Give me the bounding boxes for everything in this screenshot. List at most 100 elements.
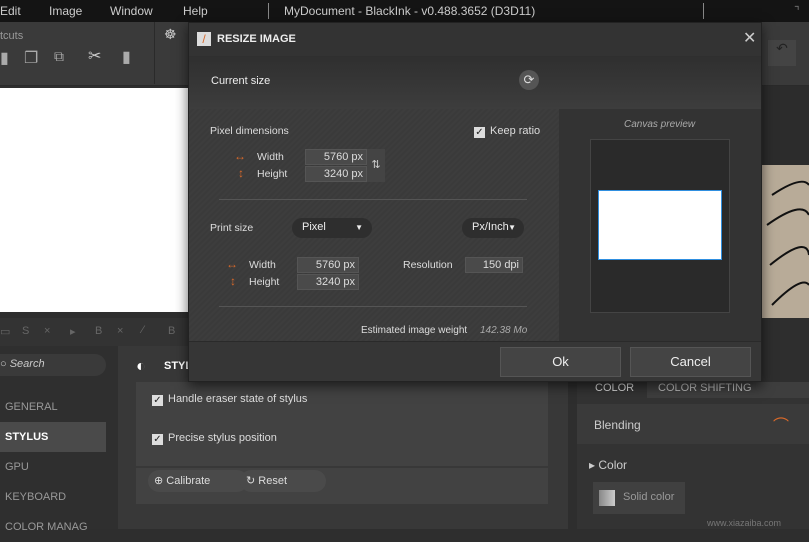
keep-ratio-label: Keep ratio [490,125,541,137]
divider [268,3,269,19]
sidebar-item-gpu[interactable]: GPU [0,452,106,482]
height-arrow-icon: ↕ [238,166,244,180]
trash-icon[interactable]: ▮ [0,48,9,68]
resize-image-dialog: / RESIZE IMAGE ✕ Current size ⟳ Pixel di… [188,22,762,382]
search-input[interactable]: ○ Search [0,354,106,376]
merge-icon[interactable]: ⧉ [54,48,64,65]
select-icon[interactable]: ▭ [0,325,10,338]
menu-bar: Edit Image Window Help MyDocument - Blac… [0,0,809,22]
canvas-preview-label: Canvas preview [624,119,696,130]
chevron-down-icon: ▼ [508,223,516,232]
side-area [762,86,809,165]
print-width-input[interactable]: 5760 px [297,257,359,273]
calibrate-button[interactable]: ⊕ Calibrate [148,470,248,492]
keep-ratio-checkbox[interactable]: ✓ Keep ratio [474,125,540,138]
sidebar-item-general[interactable]: GENERAL [0,392,106,422]
current-size-label: Current size [211,75,271,87]
clipboard-icon[interactable]: ▮ [122,47,131,67]
swatch-icon [599,490,615,506]
brush-icon[interactable]: ▸ [70,325,76,338]
checkbox-label: Handle eraser state of stylus [168,393,308,405]
resolution-input[interactable]: 150 dpi [465,257,523,273]
weight-label: Estimated image weight [361,325,468,336]
unit-select-value: Pixel [302,221,326,233]
reset-icon: ↻ [246,475,259,487]
handle-eraser-checkbox[interactable]: ✓ Handle eraser state of stylus [152,393,307,406]
undo-icon[interactable]: ↶ [768,40,796,66]
menu-image[interactable]: Image [49,4,82,18]
pixel-width-input[interactable]: 5760 px [305,149,367,165]
menu-window[interactable]: Window [110,4,153,18]
print-size-label: Print size [210,222,254,234]
menu-edit[interactable]: Edit [0,4,21,18]
print-height-input[interactable]: 3240 px [297,274,359,290]
solid-color-label: Solid color [623,491,675,503]
swap-dimensions-icon[interactable]: ⇅ [367,149,385,182]
weight-value: 142.38 Mo [480,325,528,336]
resolution-label: Resolution [403,259,453,271]
menu-help[interactable]: Help [183,4,208,18]
reset-label: Reset [258,475,288,487]
checkbox-label: Precise stylus position [168,432,277,444]
unit-select[interactable]: Pixel ▼ [292,218,372,238]
resolution-unit-select[interactable]: Px/Inch ▼ [462,218,524,238]
dialog-title: RESIZE IMAGE [217,33,296,45]
height-arrow-icon: ↕ [230,274,236,288]
window-title: MyDocument - BlackInk - v0.488.3652 (D3D… [284,4,536,18]
ok-button[interactable]: Ok [500,347,621,377]
canvas-preview-panel: Canvas preview [559,109,761,341]
chevron-down-icon: ▼ [355,223,363,232]
resize-form: Pixel dimensions ✓ Keep ratio ↔ Width 576… [189,109,559,341]
pixel-dimensions-label: Pixel dimensions [210,125,289,137]
print-height-label: Height [249,276,280,288]
current-size-section: Current size ⟳ [189,56,761,109]
close-icon[interactable]: ✕ [743,28,756,48]
dialog-titlebar: / RESIZE IMAGE ✕ [189,23,761,56]
wheel-icon[interactable]: ☸ [164,26,177,43]
crosshair-icon: ⊕ [154,475,167,487]
shortcut-b2: B [168,325,176,337]
cancel-button[interactable]: Cancel [630,347,751,377]
search-placeholder: Search [9,358,45,370]
divider [219,199,527,200]
refresh-icon[interactable]: ⟳ [519,70,539,90]
tab-color-shifting[interactable]: COLOR SHIFTING [647,382,809,398]
sketch-thumbnail [762,165,809,318]
resize-icon: / [197,32,211,46]
toolbar-section-label: tcuts [0,30,24,42]
canvas[interactable] [0,88,188,312]
color-expander[interactable]: ▸ Color [589,458,627,472]
blending-curve-icon: ⌒ [773,418,790,435]
shortcut-b: B [95,325,103,337]
color-panel: COLOR COLOR SHIFTING Blending ⌒ ▸ Color … [577,382,809,529]
blending-label: Blending [594,418,641,432]
copy-icon[interactable]: ❐ [24,48,38,68]
divider [219,306,527,307]
reset-button[interactable]: ↻ Reset [240,470,326,492]
eraser-icon[interactable]: ⁄ [142,324,144,336]
maximize-icon[interactable]: ⌝ [794,4,800,18]
shortcut-s: S [22,325,30,337]
sidebar-item-color-management[interactable]: COLOR MANAG [0,512,106,542]
settings-sidebar: ○ Search GENERAL STYLUS GPU KEYBOARD COL… [0,346,118,533]
search-icon: ○ [0,358,10,370]
sidebar-item-keyboard[interactable]: KEYBOARD [0,482,106,512]
dialog-footer: Ok Cancel [189,341,761,381]
width-arrow-icon: ↔ [234,149,246,163]
clear-b[interactable]: × [117,325,123,337]
clear-s[interactable]: × [44,325,50,337]
sidebar-item-stylus[interactable]: STYLUS [0,422,106,452]
height-label: Height [257,168,288,180]
width-label: Width [257,151,284,163]
sketch-strokes [766,180,809,306]
print-width-label: Width [249,259,276,271]
tab-color[interactable]: COLOR [595,382,634,394]
scissors-icon[interactable]: ✂ [88,46,101,66]
res-unit-value: Px/Inch [472,221,509,233]
stylus-icon: ◐ [136,358,146,375]
watermark: www.xiazaiba.com [707,518,782,528]
pixel-height-input[interactable]: 3240 px [305,166,367,182]
precise-position-checkbox[interactable]: ✓ Precise stylus position [152,432,277,445]
width-arrow-icon: ↔ [226,257,238,271]
color-label: Color [598,458,628,472]
